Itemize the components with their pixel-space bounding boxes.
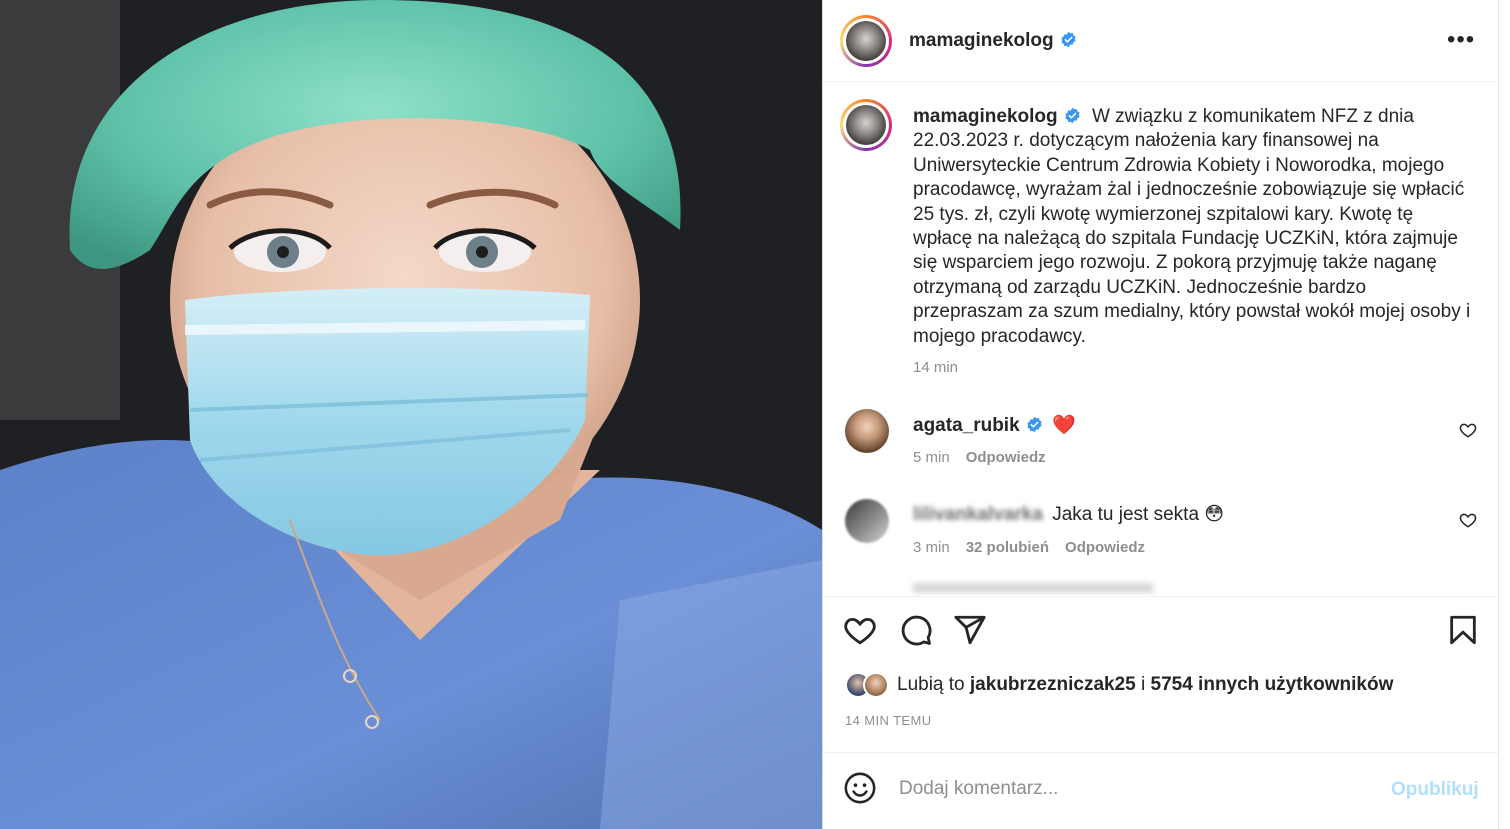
post-photo[interactable] xyxy=(0,0,822,829)
likes-text: Lubią to jakubrzezniczak25 i 5754 innych… xyxy=(897,674,1393,696)
author-avatar[interactable] xyxy=(840,15,892,67)
likes-prefix: Lubią to xyxy=(897,674,965,695)
post-timestamp[interactable]: 14 MIN TEMU xyxy=(845,713,932,728)
likes-summary: Lubią to jakubrzezniczak25 i 5754 innych… xyxy=(845,670,1393,700)
commenter-username[interactable]: agata_rubik xyxy=(913,415,1043,436)
author-username-text[interactable]: mamaginekolog xyxy=(909,30,1054,51)
comment-reply-button[interactable]: Odpowiedz xyxy=(966,449,1046,466)
caption-username[interactable]: mamaginekolog xyxy=(913,106,1081,127)
verified-badge-icon xyxy=(1027,416,1042,433)
post-photo-illustration xyxy=(0,0,822,829)
commenter-avatar[interactable] xyxy=(845,409,889,453)
comment-time: 3 min xyxy=(913,539,950,556)
comment-body: agata_rubik ❤️ xyxy=(913,413,1076,437)
comment-meta: 5 min Odpowiedz xyxy=(913,449,1046,466)
comment-item: agata_rubik ❤️ 5 min Odpowiedz xyxy=(823,409,1499,469)
comment-item: lilivankalvarka Jaka tu jest sekta 😳 3 m… xyxy=(823,499,1499,559)
bookmark-icon[interactable] xyxy=(1446,613,1480,647)
comment-text: ❤️ xyxy=(1051,415,1076,436)
comment-input[interactable] xyxy=(899,775,1379,803)
author-username[interactable]: mamaginekolog xyxy=(909,30,1077,52)
next-comment-partial xyxy=(913,583,1153,593)
likes-joiner: i xyxy=(1141,674,1146,695)
more-options-icon[interactable]: ••• xyxy=(1447,28,1475,52)
post-actions xyxy=(823,596,1499,666)
caption-text: W związku z komunikatem NFZ z dnia 22.03… xyxy=(913,106,1471,347)
verified-badge-icon xyxy=(1061,31,1076,48)
likes-user-link[interactable]: jakubrzezniczak25 xyxy=(970,674,1136,695)
emoji-icon[interactable] xyxy=(843,771,877,805)
comment-text: Jaka tu jest sekta 😳 xyxy=(1052,504,1225,525)
commenter-avatar[interactable] xyxy=(845,499,889,543)
comment-likes-count[interactable]: 32 polubień xyxy=(966,539,1049,556)
likes-others-link[interactable]: 5754 innych użytkowników xyxy=(1151,674,1394,695)
add-comment-bar: Opublikuj xyxy=(823,752,1499,829)
post-caption: mamaginekolog W związku z komunikatem NF… xyxy=(913,105,1473,349)
commenter-username[interactable]: lilivankalvarka xyxy=(913,504,1043,525)
caption-time: 14 min xyxy=(913,359,959,376)
caption-username-text[interactable]: mamaginekolog xyxy=(913,106,1058,127)
commenter-username-text[interactable]: agata_rubik xyxy=(913,415,1020,436)
share-icon[interactable] xyxy=(953,613,987,647)
comment-time: 5 min xyxy=(913,449,950,466)
comment-reply-button[interactable]: Odpowiedz xyxy=(1065,539,1145,556)
verified-badge-icon xyxy=(1065,107,1080,124)
heart-icon[interactable] xyxy=(843,613,877,647)
post-header: mamaginekolog ••• xyxy=(823,0,1499,82)
comment-icon[interactable] xyxy=(899,613,933,647)
comment-like-heart-icon[interactable] xyxy=(1459,511,1477,529)
comment-body: lilivankalvarka Jaka tu jest sekta 😳 xyxy=(913,503,1224,526)
publish-button[interactable]: Opublikuj xyxy=(1391,779,1479,801)
window-edge xyxy=(1498,0,1510,829)
comment-like-heart-icon[interactable] xyxy=(1459,421,1477,439)
post-sidebar: mamaginekolog ••• mamaginekolog W związk… xyxy=(822,0,1510,829)
liker-avatar[interactable] xyxy=(863,672,889,698)
caption-author-avatar[interactable] xyxy=(840,99,892,151)
comment-meta: 3 min 32 polubień Odpowiedz xyxy=(913,539,1145,556)
comments-scroll-area[interactable]: mamaginekolog W związku z komunikatem NF… xyxy=(823,83,1499,595)
